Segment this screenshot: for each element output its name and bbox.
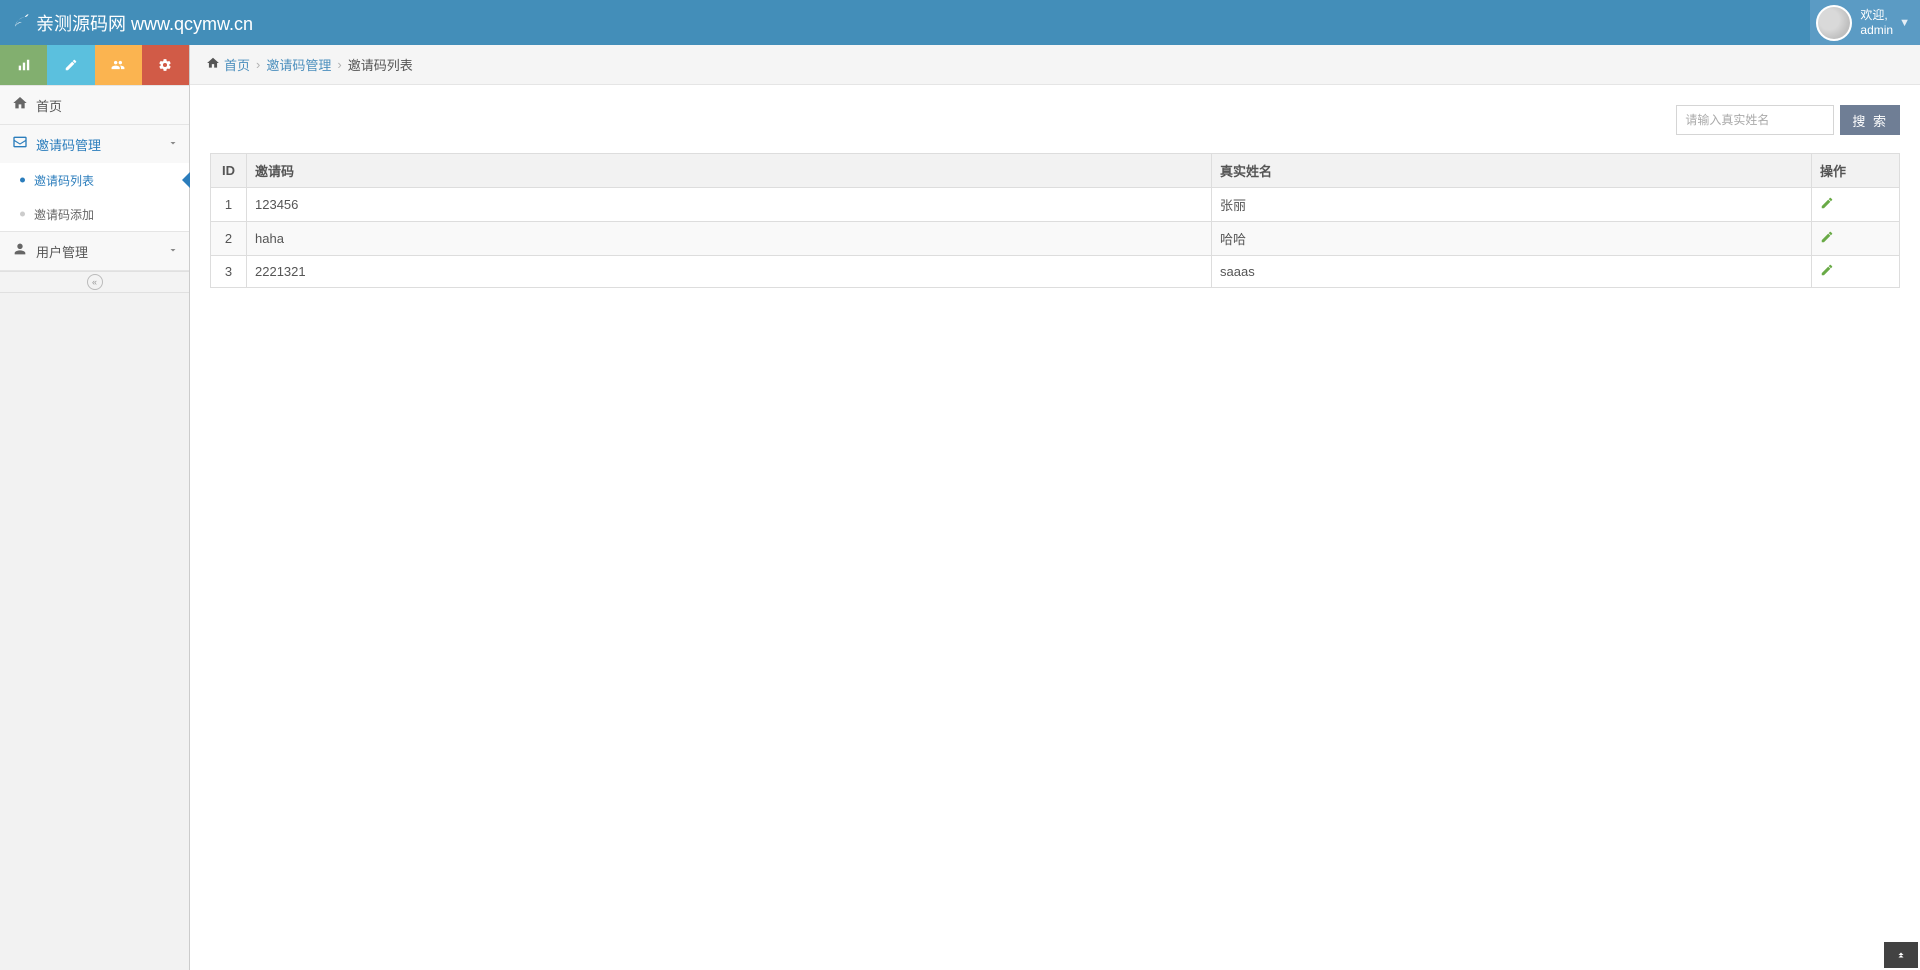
breadcrumb-sep: › [256, 57, 260, 72]
user-name: admin [1860, 23, 1893, 37]
table-row: 1123456张丽 [211, 188, 1900, 222]
chevron-up-icon [1895, 948, 1907, 963]
user-welcome: 欢迎, [1860, 8, 1893, 22]
th-id: ID [211, 154, 247, 188]
nav-invite-add[interactable]: 邀请码添加 [0, 197, 189, 231]
top-navbar: 亲测源码网 www.qcymw.cn 欢迎, admin ▼ [0, 0, 1920, 45]
inbox-icon [10, 134, 30, 155]
nav-invite-mgmt[interactable]: 邀请码管理 邀请码列表 邀请码添加 [0, 125, 189, 232]
table-row: 32221321saaas [211, 256, 1900, 288]
brand-text: 亲测源码网 www.qcymw.cn [36, 10, 253, 36]
cell-op [1812, 256, 1900, 288]
cell-code: 2221321 [247, 256, 1212, 288]
th-name: 真实姓名 [1212, 154, 1812, 188]
breadcrumb-current: 邀请码列表 [348, 55, 413, 74]
nav-home[interactable]: 首页 [0, 86, 189, 125]
cell-id: 1 [211, 188, 247, 222]
scroll-to-top[interactable] [1884, 942, 1918, 968]
user-icon [10, 241, 30, 262]
sidebar-collapse-toggle[interactable]: « [0, 271, 189, 293]
user-menu[interactable]: 欢迎, admin ▼ [1810, 0, 1920, 45]
search-row: 搜 索 [210, 105, 1900, 135]
edit-icon[interactable] [1820, 231, 1834, 247]
shortcut-stats[interactable] [0, 45, 47, 85]
cell-code: 123456 [247, 188, 1212, 222]
edit-icon[interactable] [1820, 197, 1834, 213]
nav-invite-mgmt-label: 邀请码管理 [36, 135, 167, 154]
main-content: 首页 › 邀请码管理 › 邀请码列表 搜 索 ID 邀请码 真实姓名 操作 [190, 45, 1920, 970]
leaf-icon [12, 11, 30, 34]
home-icon [10, 95, 30, 116]
caret-down-icon: ▼ [1899, 17, 1910, 29]
table-row: 2haha哈哈 [211, 222, 1900, 256]
cell-name: saaas [1212, 256, 1812, 288]
nav-invite-list[interactable]: 邀请码列表 [0, 163, 189, 197]
cell-name: 张丽 [1212, 188, 1812, 222]
invite-table: ID 邀请码 真实姓名 操作 1123456张丽2haha哈哈32221321s… [210, 153, 1900, 288]
avatar [1816, 5, 1852, 41]
chevron-down-icon [167, 136, 179, 152]
collapse-icon: « [87, 274, 103, 290]
breadcrumb-home-icon [206, 56, 220, 73]
breadcrumb-home[interactable]: 首页 [224, 55, 250, 74]
breadcrumb: 首页 › 邀请码管理 › 邀请码列表 [190, 45, 1920, 85]
cell-op [1812, 222, 1900, 256]
search-input[interactable] [1676, 105, 1834, 135]
search-button[interactable]: 搜 索 [1840, 105, 1900, 135]
cell-name: 哈哈 [1212, 222, 1812, 256]
brand: 亲测源码网 www.qcymw.cn [0, 10, 253, 36]
nav-invite-add-label: 邀请码添加 [34, 206, 94, 223]
breadcrumb-l1[interactable]: 邀请码管理 [266, 55, 331, 74]
sidebar: 首页 邀请码管理 邀请码列表 [0, 45, 190, 970]
shortcut-edit[interactable] [47, 45, 94, 85]
nav-invite-list-label: 邀请码列表 [34, 172, 94, 189]
chevron-down-icon [167, 243, 179, 259]
shortcut-bar [0, 45, 189, 86]
cell-id: 3 [211, 256, 247, 288]
breadcrumb-sep: › [337, 57, 341, 72]
cell-id: 2 [211, 222, 247, 256]
edit-icon[interactable] [1820, 264, 1834, 280]
cell-code: haha [247, 222, 1212, 256]
th-code: 邀请码 [247, 154, 1212, 188]
nav-user-mgmt-label: 用户管理 [36, 242, 167, 261]
shortcut-users[interactable] [95, 45, 142, 85]
cell-op [1812, 188, 1900, 222]
th-op: 操作 [1812, 154, 1900, 188]
shortcut-settings[interactable] [142, 45, 189, 85]
nav-user-mgmt[interactable]: 用户管理 [0, 232, 189, 271]
nav-home-label: 首页 [36, 96, 179, 115]
